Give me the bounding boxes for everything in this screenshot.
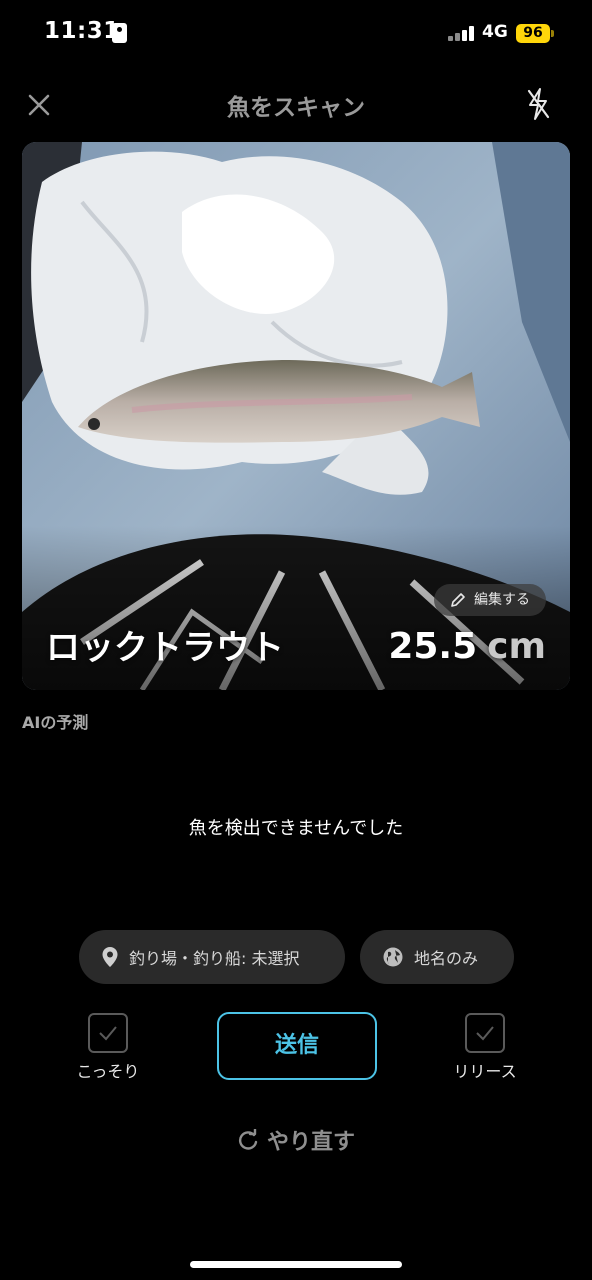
ai-prediction-label: AIの予測: [22, 713, 89, 732]
globe-icon: [383, 947, 403, 967]
network-type: 4G: [482, 22, 508, 42]
check-icon: [476, 1026, 494, 1041]
release-checkbox[interactable]: [465, 1013, 505, 1053]
page-title: 魚をスキャン: [227, 95, 365, 121]
release-label: リリース: [453, 1062, 517, 1081]
flash-off-icon[interactable]: [524, 86, 552, 122]
id-card-icon: [112, 23, 127, 43]
fishing-spot-button[interactable]: 釣り場・釣り船: 未選択: [79, 930, 345, 984]
pencil-icon: [451, 593, 465, 607]
battery-icon: 96: [516, 24, 550, 43]
species-name: ロックトラウト: [46, 628, 284, 668]
fishing-spot-label: 釣り場・釣り船: 未選択: [129, 949, 300, 968]
send-button[interactable]: 送信: [217, 1012, 377, 1080]
check-icon: [99, 1026, 117, 1041]
edit-label: 編集する: [474, 592, 530, 608]
signal-icon: [448, 25, 476, 41]
location-pin-icon: [102, 947, 118, 967]
secret-label: こっそり: [76, 1062, 140, 1081]
length-unit: cm: [487, 626, 546, 667]
battery-nub: [551, 30, 554, 37]
place-name-label: 地名のみ: [414, 949, 479, 968]
edit-button[interactable]: 編集する: [434, 584, 546, 616]
secret-checkbox[interactable]: [88, 1013, 128, 1053]
fish-length: 25.5 cm: [388, 626, 546, 667]
length-value: 25.5: [388, 626, 478, 667]
refresh-icon: [239, 1129, 258, 1150]
status-time: 11:31: [44, 18, 120, 44]
fish-photo: 編集する ロックトラウト 25.5 cm: [22, 142, 570, 690]
redo-button[interactable]: やり直す: [0, 1124, 592, 1156]
home-indicator[interactable]: [190, 1261, 402, 1268]
no-detection-message: 魚を検出できませんでした: [188, 818, 404, 839]
place-name-button[interactable]: 地名のみ: [360, 930, 514, 984]
redo-label: やり直す: [266, 1130, 355, 1155]
